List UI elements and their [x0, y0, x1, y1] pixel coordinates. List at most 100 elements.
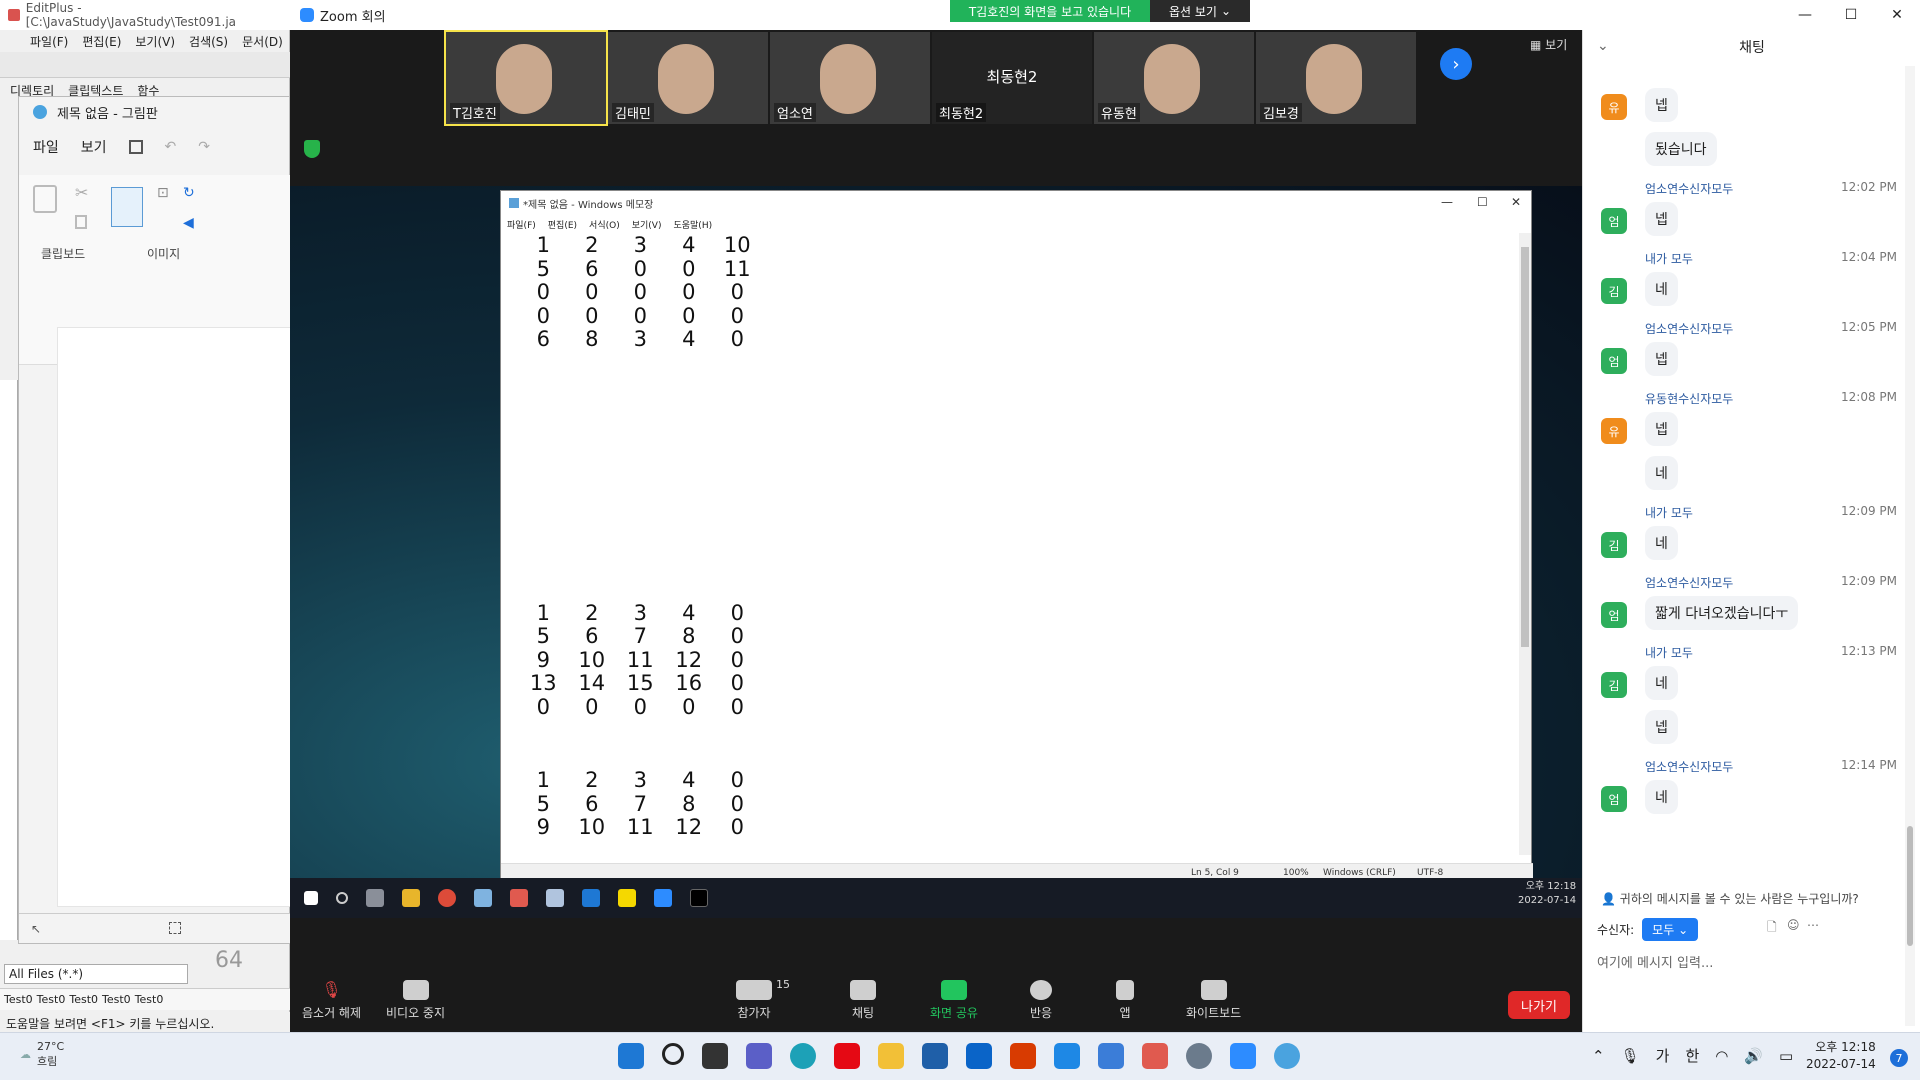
chat-bubble[interactable]: 됬습니다: [1645, 132, 1717, 166]
select-icon[interactable]: [111, 187, 143, 227]
battery-icon[interactable]: ▭: [1779, 1047, 1793, 1065]
more-icon[interactable]: ⋯: [1807, 918, 1819, 932]
participant-tile[interactable]: 김보경: [1256, 32, 1416, 124]
recipient-select[interactable]: 모두 ⌄: [1642, 918, 1699, 941]
view-options-button[interactable]: 옵션 보기 ⌄: [1150, 0, 1250, 22]
task-view-icon[interactable]: [702, 1043, 728, 1069]
np-menu-file[interactable]: 파일(F): [507, 218, 536, 231]
menu-edit[interactable]: 편집(E): [82, 33, 121, 50]
editplus-file-list[interactable]: [0, 380, 18, 940]
file-icon[interactable]: 🗋: [1767, 918, 1777, 939]
task-view-icon[interactable]: [366, 889, 384, 907]
notepad-text-area[interactable]: 1 2 3 4 10 5 6 0 0 11 0 0 0 0 0 0 0 0 0 0 6 8 3 4 0 123405678091…: [501, 233, 1517, 855]
participant-tile[interactable]: 최동현2 최동현2: [932, 32, 1092, 124]
leave-button[interactable]: 나가기: [1508, 991, 1570, 1019]
notepad-icon[interactable]: [1098, 1043, 1124, 1069]
file-tab[interactable]: Test0: [4, 993, 33, 1006]
participant-tile[interactable]: 김태민: [608, 32, 768, 124]
file-explorer-icon[interactable]: [878, 1043, 904, 1069]
editplus-icon[interactable]: [510, 889, 528, 907]
edge-icon[interactable]: [790, 1043, 816, 1069]
np-menu-help[interactable]: 도움말(H): [673, 218, 712, 231]
rotate-icon[interactable]: ↻: [183, 185, 195, 201]
paint-icon[interactable]: [546, 889, 564, 907]
message-visibility-link[interactable]: 👤 귀하의 메시지를 볼 수 있는 사람은 누구입니까?: [1601, 890, 1859, 907]
editplus-toolbar[interactable]: [0, 52, 290, 78]
emoji-icon[interactable]: ☺: [1787, 918, 1800, 932]
chat-bubble[interactable]: 네: [1645, 780, 1678, 814]
copy-icon[interactable]: [75, 215, 87, 229]
chat-scrollbar-thumb[interactable]: [1907, 826, 1913, 946]
share-screen-button[interactable]: 화면 공유: [930, 980, 978, 1021]
paint-canvas[interactable]: [57, 327, 291, 907]
menu-view[interactable]: 보기(V): [135, 33, 175, 50]
maximize-button[interactable]: ☐: [1828, 0, 1874, 30]
ime-mode-2[interactable]: 한: [1685, 1045, 1699, 1066]
chat-sender[interactable]: 유동현수신자모두: [1645, 390, 1733, 408]
chat-bubble[interactable]: 네: [1645, 272, 1678, 306]
zoom-icon[interactable]: [654, 889, 672, 907]
chat-button[interactable]: 채팅: [850, 980, 876, 1021]
office-icon[interactable]: [1010, 1043, 1036, 1069]
notepad-close-button[interactable]: ✕: [1511, 195, 1521, 209]
participant-tile[interactable]: 유동현: [1094, 32, 1254, 124]
chat-scrollbar[interactable]: [1905, 66, 1915, 1026]
file-filter-select[interactable]: All Files (*.*): [4, 964, 188, 984]
chat-bubble[interactable]: 네: [1645, 456, 1678, 490]
notepad-minimize-button[interactable]: —: [1441, 195, 1453, 209]
apps-button[interactable]: 앱: [1116, 980, 1134, 1021]
file-tab[interactable]: Test0: [69, 993, 98, 1006]
np-menu-view[interactable]: 보기(V): [632, 218, 662, 231]
crop-icon[interactable]: ⊡: [157, 185, 169, 201]
wifi-icon[interactable]: ◠: [1715, 1047, 1728, 1065]
notepad-maximize-button[interactable]: ☐: [1477, 195, 1488, 209]
notepad-icon[interactable]: [474, 889, 492, 907]
file-tab[interactable]: Test0: [135, 993, 164, 1006]
chat-sender[interactable]: 엄소연수신자모두: [1645, 180, 1733, 198]
gallery-view-button[interactable]: ▦ 보기: [1530, 36, 1567, 53]
store-icon[interactable]: [922, 1043, 948, 1069]
notification-badge[interactable]: 7: [1890, 1049, 1908, 1067]
flip-icon[interactable]: ◀: [183, 215, 194, 231]
chat-bubble[interactable]: 넵: [1645, 342, 1678, 376]
chat-sender[interactable]: 엄소연수신자모두: [1645, 574, 1733, 592]
chat-bubble[interactable]: 넵: [1645, 412, 1678, 446]
kakaotalk-icon[interactable]: [618, 889, 636, 907]
remote-desktop-icon[interactable]: [1054, 1043, 1080, 1069]
editplus-icon[interactable]: [1142, 1043, 1168, 1069]
stop-video-button[interactable]: 비디오 중지: [386, 980, 445, 1021]
scrollbar-thumb[interactable]: [1521, 247, 1529, 647]
chat-sender[interactable]: 내가 모두: [1645, 504, 1693, 522]
microphone-icon[interactable]: 🎙: [1621, 1047, 1640, 1065]
chevron-up-icon[interactable]: ⌃: [1592, 1047, 1605, 1065]
chat-bubble[interactable]: 넵: [1645, 88, 1678, 122]
np-menu-edit[interactable]: 편집(E): [548, 218, 577, 231]
participants-button[interactable]: 15 참가자: [736, 978, 790, 1021]
chat-bubble[interactable]: 넵: [1645, 202, 1678, 236]
chat-sender[interactable]: 엄소연수신자모두: [1645, 320, 1733, 338]
chat-bubble[interactable]: 네: [1645, 526, 1678, 560]
redo-icon[interactable]: ↷: [198, 139, 210, 155]
menu-search[interactable]: 검색(S): [189, 33, 228, 50]
paint-menu-file[interactable]: 파일: [33, 137, 59, 157]
chat-bubble[interactable]: 짧게 다녀오겠습니다ㅜ: [1645, 596, 1799, 630]
start-icon[interactable]: [304, 891, 318, 905]
teams-chat-icon[interactable]: [746, 1043, 772, 1069]
search-icon[interactable]: [662, 1043, 684, 1065]
notepad-scrollbar[interactable]: [1519, 233, 1531, 855]
file-explorer-icon[interactable]: [402, 889, 420, 907]
chat-input[interactable]: 여기에 메시지 입력...: [1597, 952, 1713, 971]
np-menu-format[interactable]: 서식(O): [589, 218, 620, 231]
paste-icon[interactable]: [33, 185, 57, 213]
menu-file[interactable]: 파일(F): [30, 33, 68, 50]
search-icon[interactable]: [336, 892, 348, 904]
paint-menu-view[interactable]: 보기: [81, 137, 107, 157]
paint-icon[interactable]: [1274, 1043, 1300, 1069]
volume-icon[interactable]: 🔊: [1744, 1047, 1763, 1065]
next-page-button[interactable]: ›: [1440, 48, 1472, 80]
settings-icon[interactable]: [1186, 1043, 1212, 1069]
ime-mode-1[interactable]: 가: [1656, 1045, 1670, 1066]
zoom-icon[interactable]: [1230, 1043, 1256, 1069]
file-tab[interactable]: Test0: [102, 993, 131, 1006]
start-icon[interactable]: [618, 1043, 644, 1069]
